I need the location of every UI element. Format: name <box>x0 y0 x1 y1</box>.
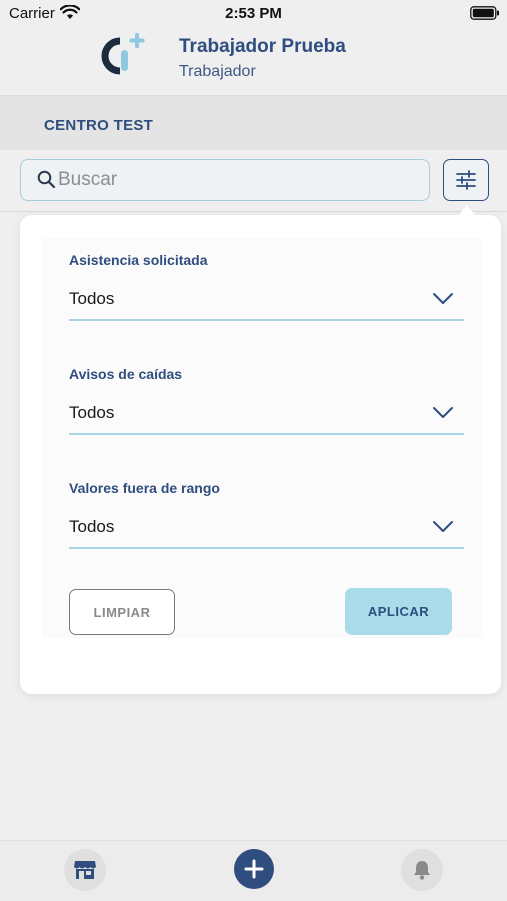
filter-select-falls[interactable]: Todos <box>69 403 114 423</box>
user-name: Trabajador Prueba <box>179 36 346 57</box>
filter-label-out-of-range: Valores fuera de rango <box>69 480 220 496</box>
center-name: CENTRO TEST <box>44 117 154 134</box>
tab-notifications[interactable] <box>401 849 443 891</box>
filter-underline <box>69 547 464 549</box>
tab-add[interactable] <box>234 849 274 889</box>
plus-icon <box>244 859 264 879</box>
store-icon <box>74 861 96 879</box>
chevron-down-icon[interactable] <box>432 406 454 424</box>
app-logo <box>88 28 152 87</box>
battery-icon <box>470 6 500 25</box>
status-time: 2:53 PM <box>225 5 282 22</box>
user-role: Trabajador <box>179 63 256 80</box>
filter-label-falls: Avisos de caídas <box>69 366 183 382</box>
clear-button[interactable]: LIMPIAR <box>69 589 175 635</box>
chevron-down-icon[interactable] <box>432 520 454 538</box>
search-input[interactable] <box>56 164 420 196</box>
chevron-down-icon[interactable] <box>432 292 454 310</box>
popup-arrow <box>458 205 476 216</box>
sliders-icon <box>456 170 476 190</box>
apply-button[interactable]: APLICAR <box>345 588 452 635</box>
filter-select-out-of-range[interactable]: Todos <box>69 517 114 537</box>
filter-underline <box>69 319 464 321</box>
filter-select-assistance[interactable]: Todos <box>69 289 114 309</box>
filter-underline <box>69 433 464 435</box>
filter-label-assistance: Asistencia solicitada <box>69 252 208 268</box>
bell-icon <box>414 861 430 880</box>
search-divider <box>0 211 507 212</box>
tab-centers[interactable] <box>64 849 106 891</box>
filter-button[interactable] <box>443 159 489 201</box>
search-icon <box>37 170 56 194</box>
